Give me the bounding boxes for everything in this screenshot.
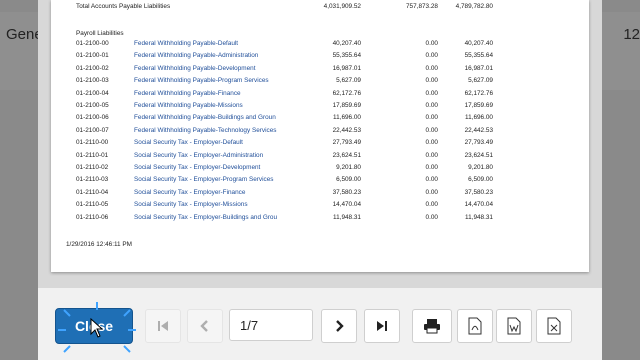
print-icon (424, 319, 440, 334)
report-page: Total Accounts Payable Liabilities 4,031… (51, 0, 589, 272)
next-page-icon (336, 320, 344, 332)
account-name-link[interactable]: Federal Withholding Payable-Development (134, 65, 256, 72)
account-code: 01-2110-00 (76, 139, 109, 147)
first-page-button[interactable] (145, 309, 181, 343)
account-name-link[interactable]: Federal Withholding Payable-Default (134, 40, 238, 47)
mouse-cursor-icon (90, 318, 104, 338)
row-value-1: 40,207.40 (332, 40, 361, 47)
next-page-button[interactable] (321, 309, 357, 343)
account-code: 01-2110-06 (76, 213, 109, 221)
account-name-link[interactable]: Social Security Tax - Employer-Finance (134, 189, 245, 196)
account-code: 01-2110-03 (76, 176, 109, 184)
account-code: 01-2100-01 (76, 52, 109, 60)
row-value-1: 5,627.09 (336, 77, 361, 85)
account-code: 01-2110-01 (76, 151, 109, 159)
prev-page-icon (200, 320, 208, 332)
account-code: 01-2110-04 (76, 188, 109, 196)
account-name-link[interactable]: Social Security Tax - Employer-Missions (134, 201, 248, 208)
account-name-link[interactable]: Social Security Tax - Employer-Administr… (134, 152, 263, 159)
account-name-link[interactable]: Federal Withholding Payable-Buildings an… (134, 114, 276, 121)
row-value-3: 40,207.40 (464, 40, 493, 47)
total-value-1: 4,031,909.52 (323, 3, 361, 10)
account-name-link[interactable]: Federal Withholding Payable-Missions (134, 102, 243, 109)
row-value-3: 11,948.31 (465, 213, 493, 221)
account-name-link[interactable]: Federal Withholding Payable-Administrati… (134, 52, 258, 59)
row-value-3: 27,793.49 (464, 139, 493, 147)
row-value-1: 22,442.53 (332, 126, 361, 134)
row-value-3: 22,442.53 (464, 126, 493, 134)
print-button[interactable] (412, 309, 452, 343)
account-name-link[interactable]: Federal Withholding Payable-Technology S… (134, 127, 276, 134)
account-name-link[interactable]: Federal Withholding Payable-Program Serv… (134, 77, 269, 84)
row-value-3: 14,470.04 (464, 201, 493, 209)
row-value-3: 62,172.76 (464, 89, 493, 97)
page-indicator: 1/7 (240, 317, 259, 333)
last-page-button[interactable] (364, 309, 400, 343)
word-export-button[interactable] (496, 309, 532, 343)
row-value-1: 9,201.80 (336, 164, 361, 171)
account-name-link[interactable]: Social Security Tax - Employer-Developme… (134, 164, 260, 171)
total-label: Total Accounts Payable Liabilities (76, 3, 171, 10)
row-value-3: 11,696.00 (465, 114, 493, 122)
row-value-1: 62,172.76 (332, 89, 361, 97)
excel-icon (547, 317, 561, 335)
account-name-link[interactable]: Social Security Tax - Employer-Default (134, 139, 243, 146)
row-value-1: 14,470.04 (332, 201, 361, 209)
row-value-3: 23,624.51 (464, 151, 493, 159)
first-page-icon (158, 321, 168, 331)
background-right-text: 12 (623, 26, 640, 43)
word-icon (507, 317, 521, 335)
row-value-3: 6,509.00 (468, 176, 493, 184)
row-value-3: 16,987.01 (464, 64, 493, 72)
account-code: 01-2100-00 (76, 40, 109, 47)
page-number-input[interactable]: 1/7 (229, 309, 313, 341)
row-value-1: 11,948.31 (333, 213, 361, 221)
account-code: 01-2100-06 (76, 114, 109, 122)
account-code: 01-2100-03 (76, 77, 109, 85)
row-value-3: 17,859.69 (464, 102, 493, 109)
account-code: 01-2100-04 (76, 89, 109, 97)
row-value-1: 23,624.51 (332, 151, 361, 159)
account-code: 01-2100-05 (76, 102, 109, 109)
row-value-3: 37,580.23 (464, 188, 493, 196)
account-code: 01-2110-02 (76, 164, 109, 171)
row-value-1: 16,987.01 (332, 64, 361, 72)
account-code: 01-2100-07 (76, 126, 109, 134)
section-title: Payroll Liabilities (76, 30, 124, 37)
account-name-link[interactable]: Social Security Tax - Employer-Program S… (134, 176, 273, 183)
row-value-1: 55,355.64 (332, 52, 361, 60)
row-value-1: 6,509.00 (336, 176, 361, 184)
row-value-1: 37,580.23 (332, 188, 361, 196)
report-timestamp: 1/29/2016 12:46:11 PM (66, 241, 132, 248)
row-value-1: 11,696.00 (333, 114, 361, 122)
row-value-3: 55,355.64 (464, 52, 493, 60)
row-value-1: 27,793.49 (332, 139, 361, 147)
row-value-3: 9,201.80 (468, 164, 493, 171)
account-code: 01-2110-05 (76, 201, 109, 209)
prev-page-button[interactable] (187, 309, 223, 343)
account-name-link[interactable]: Social Security Tax - Employer-Buildings… (134, 214, 277, 221)
row-value-3: 5,627.09 (468, 77, 493, 85)
account-name-link[interactable]: Federal Withholding Payable-Finance (134, 90, 241, 97)
report-scroll-area[interactable]: Total Accounts Payable Liabilities 4,031… (38, 0, 602, 288)
row-value-1: 17,859.69 (332, 102, 361, 109)
account-code: 01-2100-02 (76, 64, 109, 72)
pdf-export-button[interactable] (457, 309, 493, 343)
pdf-icon (468, 317, 482, 335)
last-page-icon (377, 321, 387, 331)
excel-export-button[interactable] (536, 309, 572, 343)
total-value-3: 4,789,782.80 (455, 3, 493, 10)
